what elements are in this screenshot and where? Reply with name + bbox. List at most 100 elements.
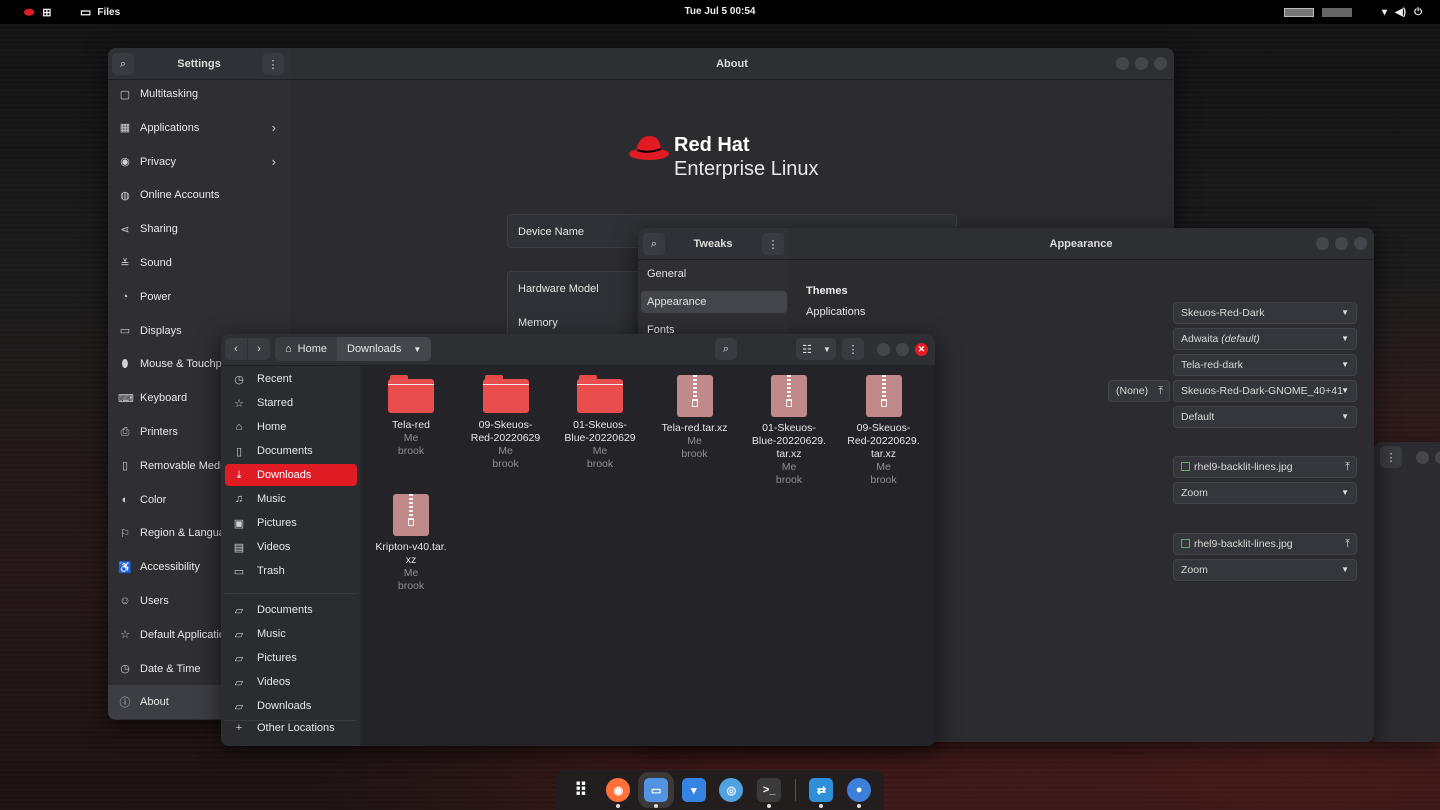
files-search-button[interactable]: ⌕ <box>715 338 737 360</box>
network-icon[interactable]: ▾ <box>1382 7 1387 18</box>
files-window: ‹ › ⌂ Home Downloads ▼ ⌕ ☷ ▼ ⋮ ✕ ◷ Recent ☆ S… <box>221 334 935 746</box>
sidebar-item-other-locations[interactable]: + Other Locations <box>225 717 357 739</box>
sidebar-item-sound[interactable]: ≚ Sound <box>108 246 290 280</box>
sidebar-item-sharing[interactable]: ⋖ Sharing <box>108 212 290 246</box>
bookmark-music[interactable]: ▱ Music <box>225 623 357 645</box>
themes-heading: Themes <box>806 285 848 297</box>
cursor-theme-dropdown[interactable]: Adwaita (default) ▼ <box>1173 328 1357 350</box>
sidebar-item-multitasking[interactable]: ▢ Multitasking <box>108 77 290 111</box>
running-indicator <box>654 804 659 808</box>
settings-menu-button[interactable]: ⋮ <box>262 53 284 75</box>
power-menu-icon[interactable]: ⏻ <box>1414 7 1422 18</box>
folder-item[interactable]: 01-Skeuos- Blue-20220629 Me brook <box>556 375 644 471</box>
folder-item[interactable]: 09-Skeuos- Red-20220629 Me brook <box>462 375 550 471</box>
sidebar-label: Music <box>257 628 286 640</box>
sidebar-item-music[interactable]: ♫ Music <box>225 488 357 510</box>
hardware-model-label: Hardware Model <box>518 283 599 295</box>
software-icon[interactable]: ▾ <box>681 778 706 802</box>
bookmark-documents[interactable]: ▱ Documents <box>225 599 357 621</box>
sound-theme-dropdown[interactable]: Default ▼ <box>1173 406 1357 428</box>
sidebar-item-label: Accessibility <box>140 561 200 574</box>
settings-page-title: About <box>716 58 748 70</box>
sidebar-item-power[interactable]: ◔ Power <box>108 280 290 314</box>
background-image-button[interactable]: rhel9-backlit-lines.jpg ⤒ <box>1173 456 1357 478</box>
indicator-bar-icon[interactable] <box>1284 7 1315 17</box>
archive-icon <box>676 375 713 417</box>
archive-item[interactable]: 01-Skeuos- Blue-20220629. tar.xz Me brook <box>745 375 833 487</box>
sidebar-item-applications[interactable]: ▦ Applications › <box>108 111 290 145</box>
sidebar-item-home[interactable]: ⌂ Home <box>225 416 357 438</box>
icons-theme-dropdown[interactable]: Tela-red-dark ▼ <box>1173 354 1357 376</box>
shell-theme-dropdown[interactable]: Skeuos-Red-Dark-GNOME_40+41 ▼ <box>1173 380 1357 402</box>
path-downloads[interactable]: Downloads ▼ <box>337 337 432 361</box>
lockscreen-adjust-dropdown[interactable]: Zoom ▼ <box>1173 559 1357 581</box>
app-menu[interactable]: ▭ Files <box>80 0 120 24</box>
file-name: 01-Skeuos- <box>762 422 816 434</box>
redhat-hat-icon <box>629 136 669 160</box>
app-grid-icon[interactable]: ⠿ <box>569 778 593 802</box>
file-value: rhel9-backlit-lines.jpg <box>1194 538 1293 550</box>
sidebar-label: Home <box>257 421 287 433</box>
minimize-button[interactable] <box>1116 57 1129 70</box>
maximize-button[interactable] <box>896 343 909 356</box>
partial-maximize-button[interactable] <box>1435 451 1440 464</box>
sidebar-item-recent[interactable]: ◷ Recent <box>225 368 357 390</box>
tweaks-item-appearance[interactable]: Appearance <box>641 291 787 313</box>
terminal-icon[interactable]: >_ <box>757 778 782 808</box>
sidebar-item-online-accounts[interactable]: ◍ Online Accounts <box>108 178 290 212</box>
close-button[interactable] <box>1354 237 1367 250</box>
forward-button[interactable]: › <box>248 338 270 360</box>
minimize-button[interactable] <box>877 343 890 356</box>
minimize-button[interactable] <box>1316 237 1329 250</box>
workspace-grid-icon[interactable]: ⊞ <box>42 6 51 19</box>
archive-item[interactable]: 09-Skeuos- Red-20220629. tar.xz Me brook <box>840 375 928 487</box>
maximize-button[interactable] <box>1335 237 1348 250</box>
close-button[interactable] <box>1154 57 1167 70</box>
applications-theme-dropdown[interactable]: Skeuos-Red-Dark ▼ <box>1173 302 1357 324</box>
archive-item[interactable]: Kripton-v40.tar. xz Me brook <box>367 494 455 593</box>
chevron-down-icon: ▼ <box>1341 386 1349 395</box>
bookmark-videos[interactable]: ▱ Videos <box>225 671 357 693</box>
redhat-activities-icon[interactable]: ⬬ <box>24 5 34 20</box>
maximize-button[interactable] <box>1135 57 1148 70</box>
firefox-icon[interactable]: ◉ <box>606 778 631 808</box>
bookmark-downloads[interactable]: ▱ Downloads <box>225 695 357 717</box>
lockscreen-image-button[interactable]: rhel9-backlit-lines.jpg ⤒ <box>1173 533 1357 555</box>
volume-icon[interactable]: ◀) <box>1395 7 1406 18</box>
sidebar-item-privacy[interactable]: ◉ Privacy › <box>108 145 290 179</box>
tweaks-item-general[interactable]: General <box>641 263 787 285</box>
close-button[interactable]: ✕ <box>915 343 928 356</box>
sidebar-item-pictures[interactable]: ▣ Pictures <box>225 512 357 534</box>
power-icon: ◔ <box>121 290 129 303</box>
files-icon[interactable]: ▭ <box>638 772 675 808</box>
clock[interactable]: Tue Jul 5 00:54 <box>0 6 1440 17</box>
sidebar-item-starred[interactable]: ☆ Starred <box>225 392 357 414</box>
bookmark-pictures[interactable]: ▱ Pictures <box>225 647 357 669</box>
partial-window-menu-button[interactable]: ⋮ <box>1380 446 1402 468</box>
sidebar-item-label: Keyboard <box>140 392 188 405</box>
background-window: ⋮ <box>1374 442 1440 742</box>
chevron-down-icon: ▼ <box>823 344 831 354</box>
indicator-bar-icon-2[interactable] <box>1322 7 1353 17</box>
back-button[interactable]: ‹ <box>225 338 247 360</box>
background-adjust-dropdown[interactable]: Zoom ▼ <box>1173 482 1357 504</box>
sidebar-item-videos[interactable]: ▤ Videos <box>225 536 357 558</box>
tweaks-menu-button[interactable]: ⋮ <box>762 233 784 255</box>
archive-item[interactable]: Tela-red.tar.xz Me brook <box>651 375 739 461</box>
date-time-icon: ◷ <box>120 663 130 676</box>
sidebar-item-trash[interactable]: ▭ Trash <box>225 560 357 582</box>
settings-icon[interactable]: ● <box>847 778 872 808</box>
shell-theme-none-button[interactable]: (None) ⤒ <box>1108 380 1170 402</box>
view-toggle-button[interactable]: ☷ <box>796 338 818 360</box>
partial-minimize-button[interactable] <box>1416 451 1429 464</box>
help-icon[interactable]: ◎ <box>719 778 744 802</box>
view-options-button[interactable]: ▼ <box>818 338 836 360</box>
sidebar-item-downloads[interactable]: ⤓ Downloads <box>225 464 357 486</box>
sidebar-item-documents[interactable]: ▯ Documents <box>225 440 357 462</box>
path-home[interactable]: ⌂ Home <box>275 337 337 361</box>
file-name: 09-Skeuos- <box>856 422 911 434</box>
tweaks-icon[interactable]: ⇄ <box>809 778 834 808</box>
files-menu-button[interactable]: ⋮ <box>842 338 864 360</box>
sound-icon: ≚ <box>120 257 130 270</box>
folder-item[interactable]: Tela-red Me brook <box>367 375 455 458</box>
